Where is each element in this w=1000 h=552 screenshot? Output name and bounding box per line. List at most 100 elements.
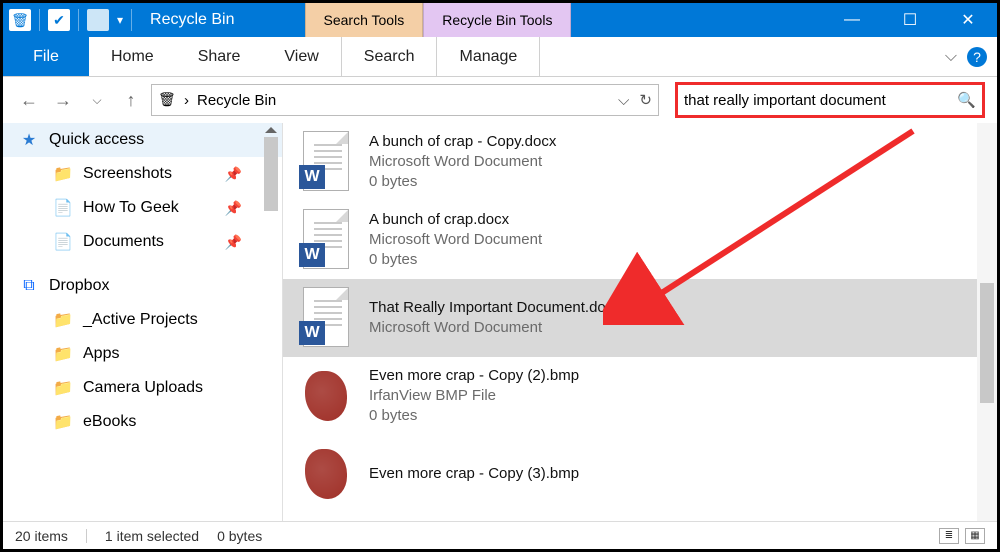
new-folder-icon[interactable] (87, 9, 109, 31)
details-view-button[interactable]: ≣ (939, 528, 959, 544)
address-dropdown-icon[interactable]: ⌵ (618, 92, 629, 109)
folder-icon: 📁 (53, 164, 73, 184)
navigation-bar: ← → ⌵ ↑ 🗑 › Recycle Bin ⌵ ↻ 🔍 (3, 77, 997, 123)
document-icon: 📄 (53, 232, 73, 252)
sidebar-item-active-projects[interactable]: 📁 _Active Projects (3, 303, 282, 337)
recycle-bin-tools-tab[interactable]: Recycle Bin Tools (423, 3, 571, 37)
address-path: Recycle Bin (197, 92, 276, 109)
ribbon-tab-share[interactable]: Share (176, 37, 263, 76)
file-type: Microsoft Word Document (369, 152, 556, 172)
titlebar: 🗑 ✔ ▾ Recycle Bin Search Tools Recycle B… (3, 3, 997, 37)
help-icon[interactable]: ? (967, 47, 987, 67)
sidebar-item-label: Camera Uploads (83, 379, 203, 397)
file-item[interactable]: Even more crap - Copy (2).bmp IrfanView … (283, 357, 997, 435)
folder-icon: 📁 (53, 378, 73, 398)
file-type: Microsoft Word Document (369, 230, 542, 250)
separator (539, 37, 540, 76)
file-type: Microsoft Word Document (369, 318, 621, 338)
file-item[interactable]: W A bunch of crap.docx Microsoft Word Do… (283, 201, 997, 279)
search-input[interactable] (684, 92, 957, 109)
ribbon-tab-home[interactable]: Home (89, 37, 176, 76)
separator (78, 9, 79, 31)
address-separator: › (184, 92, 189, 109)
content-area: ★ Quick access 📁 Screenshots 📌 📄 How To … (3, 123, 997, 521)
minimize-button[interactable]: — (823, 3, 881, 37)
sidebar-item-label: Screenshots (83, 165, 172, 183)
ribbon-tab-manage[interactable]: Manage (437, 37, 539, 76)
sidebar-item-label: How To Geek (83, 199, 179, 217)
maximize-button[interactable]: ☐ (881, 3, 939, 37)
address-bar[interactable]: 🗑 › Recycle Bin ⌵ ↻ (151, 84, 659, 116)
file-type: IrfanView BMP File (369, 386, 579, 406)
folder-icon: 📁 (53, 344, 73, 364)
file-size: 0 bytes (369, 250, 542, 270)
ribbon-tab-search[interactable]: Search (342, 37, 437, 76)
dropbox-icon: ⧉ (19, 277, 39, 295)
bmp-file-icon (299, 443, 353, 505)
separator (39, 9, 40, 31)
filelist-scrollbar[interactable] (977, 123, 997, 521)
qa-dropdown-icon[interactable]: ▾ (117, 13, 123, 27)
forward-button[interactable]: → (49, 86, 77, 114)
pin-icon: 📌 (225, 200, 242, 217)
file-name: That Really Important Document.docx (369, 298, 621, 318)
refresh-icon[interactable]: ↻ (639, 91, 652, 109)
search-icon[interactable]: 🔍 (957, 91, 976, 109)
file-name: Even more crap - Copy (2).bmp (369, 366, 579, 386)
quick-access-icon: ★ (19, 130, 39, 150)
status-bar: 20 items 1 item selected 0 bytes ≣ ▦ (3, 521, 997, 549)
window-controls: — ☐ ✕ (823, 3, 997, 37)
sidebar-item-screenshots[interactable]: 📁 Screenshots 📌 (3, 157, 282, 191)
status-selected-count: 1 item selected (105, 528, 199, 544)
up-button[interactable]: ↑ (117, 86, 145, 114)
file-name: Even more crap - Copy (3).bmp (369, 464, 579, 484)
sidebar-item-label: Documents (83, 233, 164, 251)
word-document-icon: W (299, 209, 353, 271)
recycle-bin-icon: 🗑 (158, 91, 176, 109)
file-list[interactable]: W A bunch of crap - Copy.docx Microsoft … (283, 123, 997, 521)
close-button[interactable]: ✕ (939, 3, 997, 37)
word-document-icon: W (299, 131, 353, 193)
folder-icon: 📁 (53, 412, 73, 432)
word-document-icon: W (299, 287, 353, 349)
titlebar-left: 🗑 ✔ ▾ Recycle Bin (3, 3, 235, 37)
status-item-count: 20 items (15, 528, 68, 544)
folder-icon: 📁 (53, 310, 73, 330)
back-button[interactable]: ← (15, 86, 43, 114)
ribbon: File Home Share View Search Manage ⌵ ? (3, 37, 997, 77)
file-size: 0 bytes (369, 406, 579, 426)
sidebar-item-label: Apps (83, 345, 119, 363)
sidebar-item-label: Quick access (49, 131, 144, 149)
file-item[interactable]: W That Really Important Document.docx Mi… (283, 279, 997, 357)
recycle-bin-icon[interactable]: 🗑 (9, 9, 31, 31)
file-size: 0 bytes (369, 172, 556, 192)
separator (131, 9, 132, 31)
file-tab[interactable]: File (3, 37, 89, 76)
file-item[interactable]: W A bunch of crap - Copy.docx Microsoft … (283, 123, 997, 201)
file-name: A bunch of crap - Copy.docx (369, 132, 556, 152)
sidebar-scrollbar[interactable] (262, 127, 280, 521)
sidebar-item-dropbox[interactable]: ⧉ Dropbox (3, 269, 282, 303)
sidebar-item-label: eBooks (83, 413, 136, 431)
file-item[interactable]: Even more crap - Copy (3).bmp (283, 435, 997, 513)
sidebar-item-camera-uploads[interactable]: 📁 Camera Uploads (3, 371, 282, 405)
icons-view-button[interactable]: ▦ (965, 528, 985, 544)
sidebar-item-quick-access[interactable]: ★ Quick access (3, 123, 282, 157)
sidebar-item-apps[interactable]: 📁 Apps (3, 337, 282, 371)
sidebar-item-ebooks[interactable]: 📁 eBooks (3, 405, 282, 439)
sidebar-item-howtogeek[interactable]: 📄 How To Geek 📌 (3, 191, 282, 225)
ribbon-collapse-icon[interactable]: ⌵ (945, 48, 957, 66)
history-dropdown-icon[interactable]: ⌵ (83, 86, 111, 114)
ribbon-tab-view[interactable]: View (262, 37, 340, 76)
file-name: A bunch of crap.docx (369, 210, 542, 230)
status-selected-size: 0 bytes (217, 528, 262, 544)
bmp-file-icon (299, 365, 353, 427)
properties-icon[interactable]: ✔ (48, 9, 70, 31)
search-box[interactable]: 🔍 (675, 82, 985, 118)
sidebar: ★ Quick access 📁 Screenshots 📌 📄 How To … (3, 123, 283, 521)
sidebar-item-documents[interactable]: 📄 Documents 📌 (3, 225, 282, 259)
window-title: Recycle Bin (140, 3, 234, 37)
sidebar-item-label: _Active Projects (83, 311, 198, 329)
search-tools-tab[interactable]: Search Tools (305, 3, 424, 37)
pin-icon: 📌 (225, 234, 242, 251)
